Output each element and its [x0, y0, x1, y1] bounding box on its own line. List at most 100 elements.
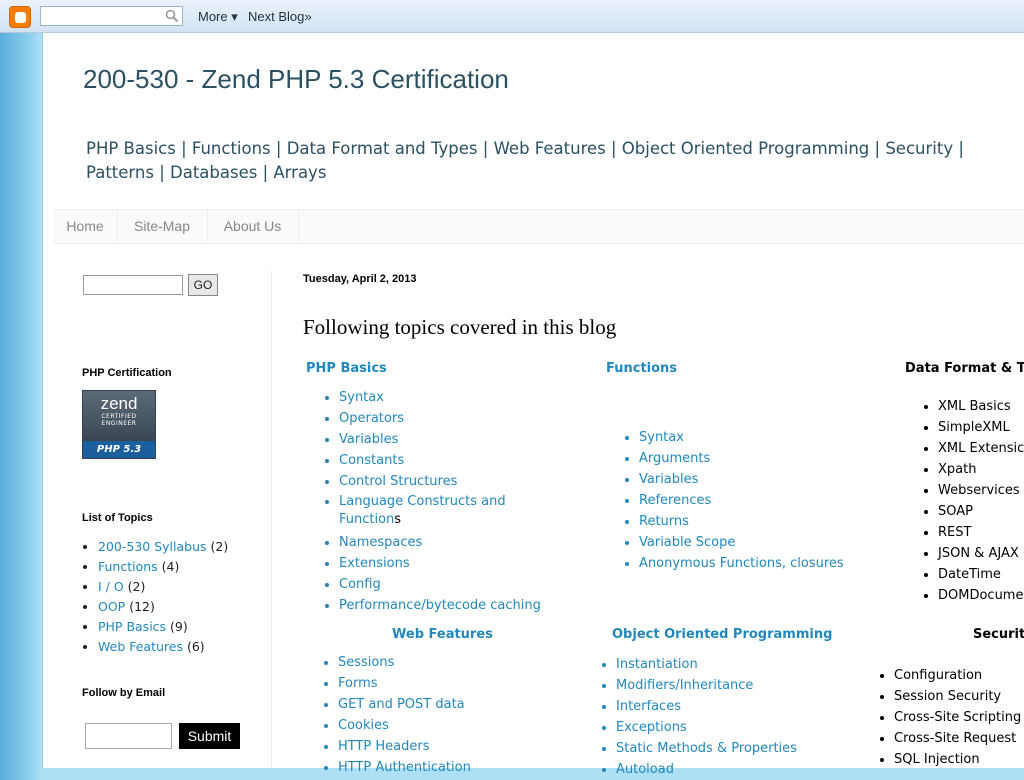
- list-item[interactable]: Namespaces: [339, 532, 541, 553]
- list-item[interactable]: Control Structures: [339, 471, 541, 492]
- next-blog-link[interactable]: Next Blog»: [248, 9, 312, 24]
- list-item[interactable]: Constants: [339, 450, 541, 471]
- topic-link[interactable]: I / O: [98, 579, 124, 594]
- navbar-search-input[interactable]: [40, 6, 183, 26]
- list-item[interactable]: Interfaces: [616, 696, 797, 717]
- more-menu[interactable]: More ▾: [198, 9, 238, 25]
- topic-count: (9): [170, 619, 188, 634]
- sidebar-search-input[interactable]: [83, 275, 183, 295]
- web-features-heading[interactable]: Web Features: [392, 627, 493, 642]
- list-item: Cross-Site Scripting: [894, 707, 1021, 728]
- follow-by-email-heading: Follow by Email: [82, 687, 166, 699]
- topic-link[interactable]: OOP: [98, 599, 125, 614]
- list-item: Xpath: [938, 459, 1024, 480]
- list-item: DOMDocumer: [938, 585, 1024, 606]
- list-item: REST: [938, 522, 1024, 543]
- list-item: Webservices: [938, 480, 1024, 501]
- list-item[interactable]: Autoload: [616, 759, 797, 780]
- list-item: PHP Basics (9): [98, 617, 228, 637]
- oop-list: Instantiation Modifiers/Inheritance Inte…: [598, 654, 797, 780]
- list-item[interactable]: Forms: [338, 673, 471, 694]
- list-item: XML Extensic: [938, 438, 1024, 459]
- post-title: Following topics covered in this blog: [303, 315, 617, 339]
- submit-button[interactable]: Submit: [179, 723, 240, 749]
- oop-heading[interactable]: Object Oriented Programming: [612, 627, 832, 642]
- topic-count: (2): [127, 579, 146, 594]
- list-item[interactable]: HTTP Headers: [338, 736, 471, 757]
- list-item[interactable]: Variables: [339, 429, 541, 450]
- page-tabs: Home Site-Map About Us: [53, 209, 1024, 244]
- topic-link[interactable]: PHP Basics: [98, 619, 166, 634]
- topic-link[interactable]: Functions: [98, 559, 158, 574]
- list-item: Web Features (6): [98, 637, 228, 657]
- list-item[interactable]: Static Methods & Properties: [616, 738, 797, 759]
- blogger-logo-icon[interactable]: [9, 6, 31, 28]
- badge-line-2: CERTIFIED: [101, 413, 137, 420]
- data-format-list: XML Basics SimpleXML XML Extensic Xpath …: [920, 396, 1024, 606]
- list-item[interactable]: Modifiers/Inheritance: [616, 675, 797, 696]
- list-item[interactable]: Anonymous Functions, closures: [639, 553, 844, 574]
- go-button[interactable]: GO: [188, 274, 218, 296]
- topic-count: (4): [161, 559, 180, 574]
- post-date: Tuesday, April 2, 2013: [303, 273, 417, 285]
- badge-line-1: zend: [100, 394, 138, 413]
- tab-about-us[interactable]: About Us: [207, 210, 299, 243]
- list-item[interactable]: References: [639, 490, 844, 511]
- php-basics-heading[interactable]: PHP Basics: [306, 361, 387, 376]
- list-item: Configuration: [894, 665, 1021, 686]
- blogger-navbar: More ▾ Next Blog»: [0, 0, 1024, 33]
- list-item: OOP (12): [98, 597, 228, 617]
- topic-link[interactable]: Web Features: [98, 639, 183, 654]
- list-item[interactable]: GET and POST data: [338, 694, 471, 715]
- list-item: I / O (2): [98, 577, 228, 597]
- list-item[interactable]: Language Constructs and Functions: [339, 492, 539, 532]
- search-icon[interactable]: [165, 9, 179, 23]
- list-item: 200-530 Syllabus (2): [98, 537, 228, 557]
- topic-link[interactable]: 200-530 Syllabus: [98, 539, 207, 554]
- php-basics-list: Syntax Operators Variables Constants Con…: [321, 387, 541, 616]
- functions-heading[interactable]: Functions: [606, 361, 677, 376]
- zend-certified-engineer-badge[interactable]: zend CERTIFIED ENGINEER PHP 5.3: [82, 390, 156, 459]
- php-certification-heading: PHP Certification: [82, 367, 172, 379]
- list-item[interactable]: Syntax: [639, 427, 844, 448]
- list-item[interactable]: Returns: [639, 511, 844, 532]
- email-field[interactable]: [85, 723, 172, 749]
- list-item-suffix: s: [394, 512, 402, 527]
- list-item: SQL Injection: [894, 749, 1021, 770]
- badge-line-4: PHP 5.3: [83, 441, 155, 458]
- security-heading: Securit: [973, 627, 1024, 642]
- list-item[interactable]: Sessions: [338, 652, 471, 673]
- list-item[interactable]: Variable Scope: [639, 532, 844, 553]
- list-item[interactable]: Instantiation: [616, 654, 797, 675]
- web-features-list: Sessions Forms GET and POST data Cookies…: [320, 652, 471, 778]
- list-item: Functions (4): [98, 557, 228, 577]
- list-item: Cross-Site Request: [894, 728, 1021, 749]
- list-of-topics-heading: List of Topics: [82, 512, 153, 524]
- list-item: XML Basics: [938, 396, 1024, 417]
- topic-nav-line-1[interactable]: PHP Basics | Functions | Data Format and…: [86, 139, 964, 158]
- topic-list: 200-530 Syllabus (2) Functions (4) I / O…: [83, 537, 228, 657]
- topic-count: (6): [186, 639, 205, 654]
- tab-home[interactable]: Home: [53, 210, 118, 243]
- list-item[interactable]: Extensions: [339, 553, 541, 574]
- tab-site-map[interactable]: Site-Map: [117, 210, 208, 243]
- blog-page: 200-530 - Zend PHP 5.3 Certification PHP…: [42, 33, 1024, 777]
- list-item: SOAP: [938, 501, 1024, 522]
- list-item[interactable]: Operators: [339, 408, 541, 429]
- functions-list: Syntax Arguments Variables References Re…: [621, 427, 844, 574]
- list-item-text[interactable]: Language Constructs and Function: [339, 494, 506, 527]
- list-item[interactable]: Config: [339, 574, 541, 595]
- topic-count: (12): [129, 599, 155, 614]
- blog-title[interactable]: 200-530 - Zend PHP 5.3 Certification: [83, 64, 509, 95]
- data-format-heading: Data Format & T: [905, 361, 1024, 376]
- list-item[interactable]: Performance/bytecode caching: [339, 595, 541, 616]
- list-item[interactable]: Variables: [639, 469, 844, 490]
- list-item[interactable]: Cookies: [338, 715, 471, 736]
- topic-nav-line-2[interactable]: Patterns | Databases | Arrays: [86, 163, 326, 182]
- list-item[interactable]: Arguments: [639, 448, 844, 469]
- list-item: Session Security: [894, 686, 1021, 707]
- list-item: SimpleXML: [938, 417, 1024, 438]
- list-item: JSON & AJAX: [938, 543, 1024, 564]
- list-item[interactable]: Exceptions: [616, 717, 797, 738]
- list-item[interactable]: Syntax: [339, 387, 541, 408]
